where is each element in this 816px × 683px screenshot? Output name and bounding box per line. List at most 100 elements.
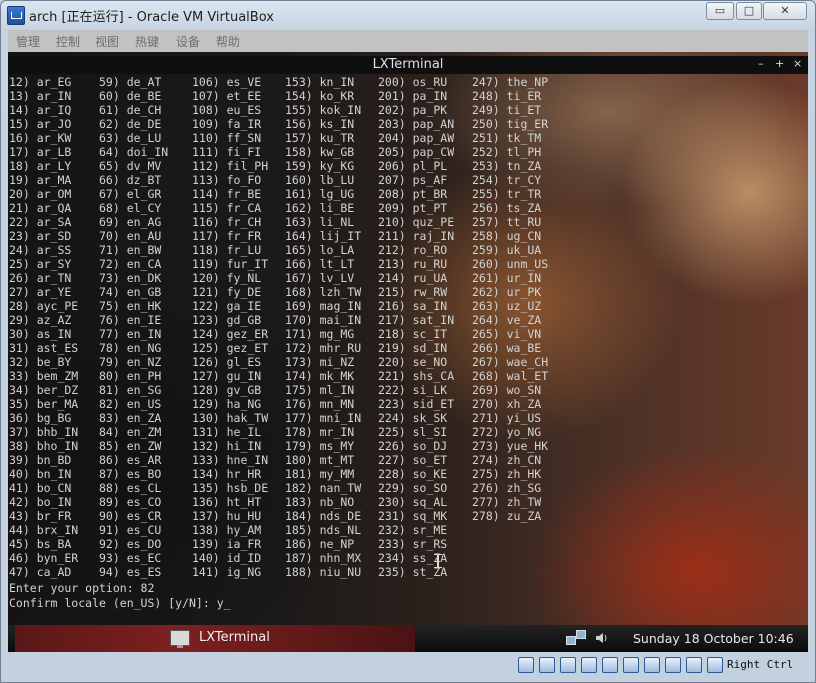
locale-option: 175) ml_IN: [285, 383, 355, 397]
maximize-button[interactable]: □: [736, 2, 762, 20]
locale-option: 60) de_BE: [99, 89, 162, 103]
locale-option: 260) unm_US: [472, 257, 549, 271]
locale-option: 44) brx_IN: [9, 523, 79, 537]
locale-option: 123) gd_GB: [192, 313, 262, 327]
locale-option: 158) kw_GB: [285, 145, 355, 159]
locale-option: 124) gez_ER: [192, 327, 269, 341]
locale-option: 93) es_EC: [99, 551, 162, 565]
menu-item-help[interactable]: 帮助: [216, 33, 240, 50]
locale-option: 108) eu_ES: [192, 103, 262, 117]
locale-option: 269) wo_SN: [472, 383, 542, 397]
close-button[interactable]: ✕: [763, 2, 807, 20]
locale-option: 265) vi_VN: [472, 327, 542, 341]
terminal-output[interactable]: 12) ar_EG 59) de_AT 106) es_VE 153) kn_IN 20…: [8, 75, 808, 620]
locale-option: 35) ber_MA: [9, 397, 79, 411]
locale-option: 233) sr_RS: [378, 537, 448, 551]
menu-item-hotkey[interactable]: 热键: [135, 33, 159, 50]
locale-option: 80) en_PH: [99, 369, 162, 383]
locale-option: 19) ar_MA: [9, 173, 72, 187]
locale-option: 180) mt_MT: [285, 453, 355, 467]
locale-option: 187) nhn_MX: [285, 551, 362, 565]
locale-option: 261) ur_IN: [472, 271, 542, 285]
locale-option: 73) en_DK: [99, 271, 162, 285]
shared-folder-icon[interactable]: [602, 657, 618, 673]
locale-option: 248) ti_ER: [472, 89, 542, 103]
locale-option: 89) es_CO: [99, 495, 162, 509]
volume-icon[interactable]: [595, 631, 609, 645]
network-icon[interactable]: [644, 657, 660, 673]
locale-option: 159) ky_KG: [285, 159, 355, 173]
locale-option: 228) so_KE: [378, 467, 448, 481]
locale-option: 203) pap_AN: [378, 117, 455, 131]
taskbar-button-lxterminal[interactable]: LXTerminal: [15, 625, 415, 652]
locale-option: 90) es_CR: [99, 509, 162, 523]
locale-option: 32) be_BY: [9, 355, 72, 369]
locale-option: 275) zh_HK: [472, 467, 542, 481]
locale-option: 169) mag_IN: [285, 299, 362, 313]
locale-option: 210) quz_PE: [378, 215, 455, 229]
locale-option: 133) hne_IN: [192, 453, 269, 467]
menu-bar: 管理 控制 视图 热键 设备 帮助: [8, 30, 808, 53]
hard-disk-icon[interactable]: [518, 657, 534, 673]
locale-option: 91) es_CU: [99, 523, 162, 537]
locale-option: 109) fa_IR: [192, 117, 262, 131]
locale-option: 259) uk_UA: [472, 243, 542, 257]
pencil-icon[interactable]: [581, 657, 597, 673]
terminal-close-button[interactable]: ×: [793, 57, 802, 70]
usb-icon[interactable]: [560, 657, 576, 673]
confirm-prompt-line: Confirm locale (en_US) [y/N]: y_: [9, 596, 231, 610]
locale-option: 14) ar_IQ: [9, 103, 72, 117]
audio-icon[interactable]: [665, 657, 681, 673]
window-titlebar[interactable]: arch [正在运行] - Oracle VM VirtualBox ▭ □ ✕: [0, 0, 816, 30]
menu-item-manage[interactable]: 管理: [16, 33, 40, 50]
locale-option: 225) sl_SI: [378, 425, 448, 439]
terminal-maximize-button[interactable]: +: [775, 57, 784, 70]
capture-icon[interactable]: [707, 657, 723, 673]
locale-option: 268) wal_ET: [472, 369, 549, 383]
locale-option: 168) lzh_TW: [285, 285, 362, 299]
optical-drive-icon[interactable]: [539, 657, 555, 673]
locale-option: 125) gez_ET: [192, 341, 269, 355]
locale-option: 140) id_ID: [192, 551, 262, 565]
locale-option: 25) ar_SY: [9, 257, 72, 271]
vm-display[interactable]: LXTerminal – + × 12) ar_EG 59) de_AT 106) …: [8, 52, 808, 652]
display-icon[interactable]: [623, 657, 639, 673]
locale-option: 262) ur_PK: [472, 285, 542, 299]
locale-option: 20) ar_OM: [9, 187, 72, 201]
locale-option: 119) fur_IT: [192, 257, 269, 271]
locale-option: 201) pa_IN: [378, 89, 448, 103]
locale-option: 30) as_IN: [9, 327, 72, 341]
panel-clock[interactable]: Sunday 18 October 10:46: [633, 631, 794, 646]
locale-option: 188) niu_NU: [285, 565, 362, 579]
locale-option: 86) es_AR: [99, 453, 162, 467]
locale-option: 118) fr_LU: [192, 243, 262, 257]
menu-item-devices[interactable]: 设备: [176, 33, 200, 50]
locale-option: 230) sq_AL: [378, 495, 448, 509]
locale-option: 247) the_NP: [472, 75, 549, 89]
mouse-integration-icon[interactable]: [686, 657, 702, 673]
terminal-minimize-button[interactable]: –: [758, 57, 764, 70]
minimize-button[interactable]: ▭: [706, 2, 734, 20]
locale-option: 22) ar_SA: [9, 215, 72, 229]
locale-option: 222) si_LK: [378, 383, 448, 397]
locale-option: 42) bo_IN: [9, 495, 72, 509]
locale-option: 163) li_NL: [285, 215, 355, 229]
locale-option: 17) ar_LB: [9, 145, 72, 159]
locale-option: 59) de_AT: [99, 75, 162, 89]
locale-option: 88) es_CL: [99, 481, 162, 495]
locale-option: 267) wae_CH: [472, 355, 549, 369]
locale-option: 161) lg_UG: [285, 187, 355, 201]
terminal-titlebar[interactable]: LXTerminal – + ×: [8, 56, 808, 74]
locale-option: 266) wa_BE: [472, 341, 542, 355]
locale-option: 174) mk_MK: [285, 369, 355, 383]
locale-option: 254) tr_CY: [472, 173, 542, 187]
locale-option: 218) sc_IT: [378, 327, 448, 341]
locale-option: 252) tl_PH: [472, 145, 542, 159]
locale-option: 186) ne_NP: [285, 537, 355, 551]
menu-item-view[interactable]: 视图: [95, 33, 119, 50]
network-icon[interactable]: [566, 630, 586, 646]
menu-item-control[interactable]: 控制: [56, 33, 80, 50]
locale-option: 28) ayc_PE: [9, 299, 79, 313]
locale-option: 206) pl_PL: [378, 159, 448, 173]
locale-option: 153) kn_IN: [285, 75, 355, 89]
